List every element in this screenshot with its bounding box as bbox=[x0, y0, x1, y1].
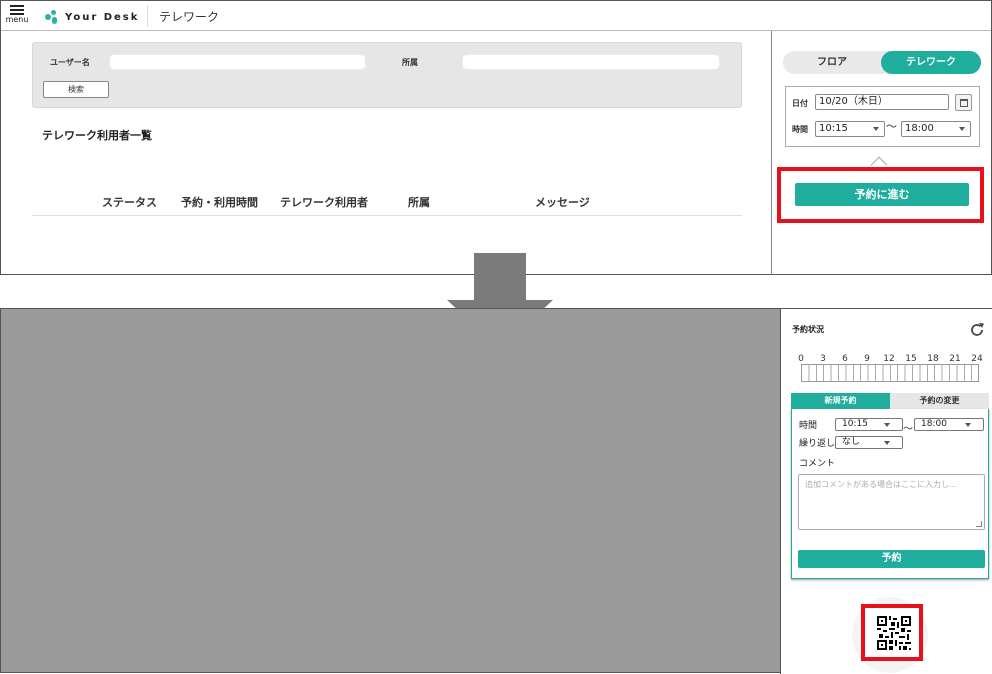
end-time-select[interactable]: 18:00 bbox=[914, 418, 984, 431]
mode-toggle: フロア テレワーク bbox=[783, 51, 981, 74]
calendar-icon bbox=[960, 99, 968, 107]
column-header-user: テレワーク利用者 bbox=[280, 196, 368, 209]
time-label: 時間 bbox=[799, 421, 818, 431]
table-header-divider bbox=[32, 215, 742, 216]
user-name-label: ユーザー名 bbox=[50, 58, 90, 67]
chevron-down-icon bbox=[873, 127, 879, 131]
tab-change-reservation[interactable]: 予約の変更 bbox=[890, 393, 989, 409]
time-range-separator: 〜 bbox=[886, 120, 897, 133]
repeat-select[interactable]: なし bbox=[835, 436, 903, 449]
tab-new-reservation[interactable]: 新規予約 bbox=[791, 393, 890, 409]
column-header-message: メッセージ bbox=[535, 196, 590, 209]
reservation-tabs: 新規予約 予約の変更 bbox=[791, 393, 989, 409]
side-panel-divider bbox=[771, 31, 772, 275]
app-header: menu Your Desk テレワーク bbox=[1, 1, 991, 31]
reservation-panel: 予約状況 0 3 6 9 12 15 18 21 24 新規予約 予約の変更 時… bbox=[780, 309, 992, 674]
hour-tick: 9 bbox=[864, 354, 870, 364]
date-field[interactable]: 10/20（木日） bbox=[815, 94, 949, 110]
logo: Your Desk bbox=[45, 9, 139, 25]
reservation-timeline bbox=[801, 364, 979, 382]
hour-tick: 0 bbox=[798, 354, 804, 364]
column-header-status: ステータス bbox=[102, 196, 157, 209]
menu-button[interactable]: menu bbox=[4, 3, 30, 29]
comment-label: コメント bbox=[799, 459, 836, 469]
calendar-button[interactable] bbox=[955, 94, 972, 111]
telework-page-panel: menu Your Desk テレワーク ユーザー名 所属 検索 テレワーク利用… bbox=[0, 0, 992, 275]
department-input[interactable] bbox=[462, 54, 720, 70]
hour-tick: 12 bbox=[883, 354, 895, 364]
hour-tick: 18 bbox=[927, 354, 939, 364]
telework-user-list-title: テレワーク利用者一覧 bbox=[42, 129, 152, 142]
comment-placeholder: 追加コメントがある場合はここに入力し… bbox=[805, 480, 957, 489]
hour-tick: 3 bbox=[820, 354, 826, 364]
end-time-value: 18:00 bbox=[905, 123, 934, 134]
comment-textarea[interactable]: 追加コメントがある場合はここに入力し… bbox=[798, 474, 985, 530]
hour-tick: 15 bbox=[905, 354, 917, 364]
reservation-screen: 予約状況 0 3 6 9 12 15 18 21 24 新規予約 予約の変更 時… bbox=[0, 308, 992, 674]
column-header-time: 予約・利用時間 bbox=[181, 196, 258, 209]
qr-code-icon[interactable] bbox=[877, 616, 911, 650]
start-time-value: 10:15 bbox=[842, 419, 868, 429]
refresh-icon[interactable] bbox=[969, 322, 985, 338]
start-time-value: 10:15 bbox=[819, 123, 848, 134]
search-panel: ユーザー名 所属 検索 bbox=[32, 42, 742, 108]
logo-text: Your Desk bbox=[65, 11, 140, 23]
search-button[interactable]: 検索 bbox=[43, 81, 109, 98]
resize-handle-icon[interactable] bbox=[976, 521, 982, 527]
date-value: 10/20（木日） bbox=[819, 96, 888, 107]
highlight-box bbox=[861, 604, 923, 661]
repeat-label: 繰り返し bbox=[799, 439, 836, 449]
hour-tick: 24 bbox=[971, 354, 983, 364]
new-reservation-form: 時間 10:15 〜 18:00 繰り返し なし コメント 追加コメントがある場… bbox=[791, 409, 989, 579]
end-time-value: 18:00 bbox=[921, 419, 947, 429]
logo-mark-icon bbox=[45, 10, 59, 24]
menu-label: menu bbox=[5, 15, 29, 24]
reserve-button[interactable]: 予約 bbox=[798, 550, 985, 568]
start-time-select[interactable]: 10:15 bbox=[835, 418, 903, 431]
department-label: 所属 bbox=[402, 58, 418, 67]
header-divider bbox=[147, 5, 148, 27]
chevron-down-icon bbox=[965, 423, 971, 427]
reservation-status-title: 予約状況 bbox=[792, 325, 824, 334]
user-name-input[interactable] bbox=[109, 54, 366, 70]
tab-floor[interactable]: フロア bbox=[783, 51, 881, 74]
hour-tick: 6 bbox=[842, 354, 848, 364]
end-time-select[interactable]: 18:00 bbox=[901, 121, 971, 137]
chevron-down-icon bbox=[884, 441, 890, 445]
start-time-select[interactable]: 10:15 bbox=[815, 121, 885, 137]
datetime-panel: 日付 10/20（木日） 時間 10:15 〜 18:00 bbox=[785, 86, 980, 147]
repeat-value: なし bbox=[842, 437, 861, 447]
date-label: 日付 bbox=[792, 99, 808, 108]
proceed-to-reservation-button[interactable]: 予約に進む bbox=[795, 183, 969, 206]
page-title: テレワーク bbox=[159, 10, 220, 24]
chevron-down-icon bbox=[959, 127, 965, 131]
hour-tick: 21 bbox=[949, 354, 961, 364]
hamburger-icon bbox=[10, 5, 24, 15]
time-label: 時間 bbox=[792, 125, 808, 134]
tab-telework[interactable]: テレワーク bbox=[881, 51, 981, 74]
time-range-separator: 〜 bbox=[903, 424, 913, 435]
chevron-down-icon bbox=[884, 423, 890, 427]
column-header-department: 所属 bbox=[408, 196, 430, 209]
